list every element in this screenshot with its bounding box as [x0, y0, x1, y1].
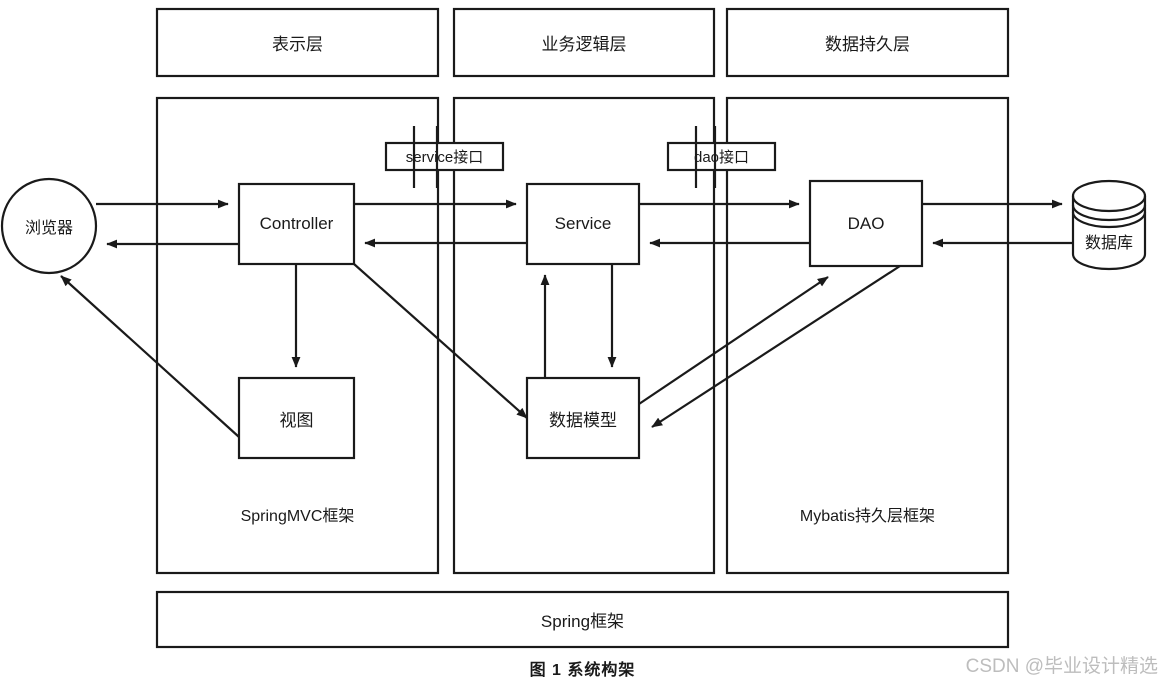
- foundation-box-spring: [155, 590, 1010, 649]
- layer-header-box-business: [452, 7, 716, 78]
- node-shape-dao: [808, 179, 924, 268]
- diagram-canvas: 表示层 业务逻辑层 数据持久层 浏览器 Controller 视图 Servic…: [0, 0, 1172, 690]
- edge-view-to-browser: [60, 275, 240, 438]
- watermark: CSDN @毕业设计精选: [965, 656, 1158, 677]
- interface-box-dao: [666, 141, 777, 172]
- architecture-diagram-svg: [0, 7, 1147, 649]
- layer-header-box-presentation: [155, 7, 440, 78]
- node-shape-browser: [0, 177, 98, 275]
- layer-header-box-persistence: [725, 7, 1010, 78]
- edge-dao-to-model: [651, 265, 901, 428]
- interface-box-service: [384, 141, 505, 172]
- edge-model-to-dao: [638, 276, 829, 405]
- node-shape-service: [525, 182, 641, 266]
- node-shape-controller: [237, 182, 356, 266]
- edge-controller-to-model: [353, 263, 528, 419]
- node-shape-model: [525, 376, 641, 460]
- node-shape-view: [237, 376, 356, 460]
- node-shape-database-top: [1071, 179, 1147, 213]
